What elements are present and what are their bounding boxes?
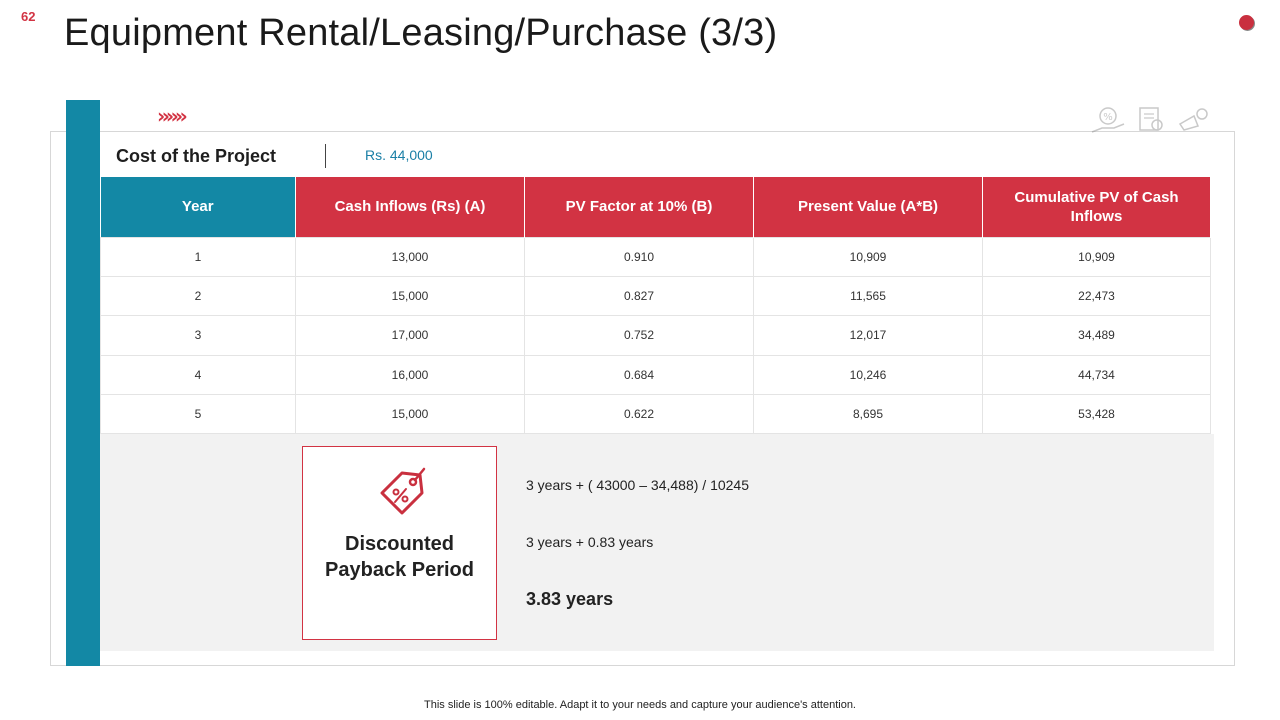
document-icon bbox=[1139, 107, 1163, 131]
corner-dot-icon bbox=[1239, 15, 1254, 30]
table-row: 1 13,000 0.910 10,909 10,909 bbox=[100, 236, 1211, 277]
column-header-present-value: Present Value (A*B) bbox=[753, 177, 983, 237]
table-cell: 15,000 bbox=[295, 394, 525, 435]
megaphone-icon bbox=[1178, 108, 1208, 131]
slide-number: 62 bbox=[21, 9, 36, 24]
payback-panel bbox=[100, 434, 1214, 651]
percent-hand-icon: % bbox=[1091, 107, 1125, 133]
table-row: 4 16,000 0.684 10,246 44,734 bbox=[100, 354, 1211, 396]
table-cell: 53,428 bbox=[982, 394, 1211, 435]
table-cell: 10,246 bbox=[753, 354, 983, 396]
table-cell: 0.910 bbox=[524, 236, 754, 277]
project-cost-value: Rs. 44,000 bbox=[365, 147, 433, 163]
teal-side-bar bbox=[66, 100, 100, 666]
table-cell: 34,489 bbox=[982, 315, 1211, 356]
calculation-line-1: 3 years + ( 43000 – 34,488) / 10245 bbox=[526, 477, 749, 493]
table-header-row: Year Cash Inflows (Rs) (A) PV Factor at … bbox=[100, 177, 1211, 237]
payback-result: 3.83 years bbox=[526, 589, 614, 609]
table-cell: 10,909 bbox=[753, 236, 983, 277]
payback-title: Discounted Payback Period bbox=[325, 533, 474, 581]
column-header-cash-inflows: Cash Inflows (Rs) (A) bbox=[295, 177, 525, 237]
calculation-line-2: 3 years + 0.83 years bbox=[526, 534, 654, 550]
discount-tag-icon bbox=[380, 467, 426, 515]
table-cell: 5 bbox=[100, 394, 296, 435]
table-row: 5 15,000 0.622 8,695 53,428 bbox=[100, 394, 1211, 435]
table-cell: 16,000 bbox=[295, 354, 525, 396]
table-cell: 11,565 bbox=[753, 275, 983, 317]
payback-card: Discounted Payback Period bbox=[302, 446, 497, 640]
table-cell: 8,695 bbox=[753, 394, 983, 435]
project-cost-label: Cost of the Project bbox=[116, 146, 277, 166]
table-cell: 12,017 bbox=[753, 315, 983, 356]
column-header-cumulative-pv: Cumulative PV of Cash Inflows bbox=[982, 177, 1211, 237]
table-cell: 10,909 bbox=[982, 236, 1211, 277]
project-cost-row: Cost of the Project Rs. 44,000 bbox=[100, 140, 1210, 176]
slide-title: Equipment Rental/Leasing/Purchase (3/3) bbox=[64, 12, 778, 54]
table-cell: 15,000 bbox=[295, 275, 525, 317]
table-row: 3 17,000 0.752 12,017 34,489 bbox=[100, 315, 1211, 356]
table-cell: 0.684 bbox=[524, 354, 754, 396]
table-cell: 4 bbox=[100, 354, 296, 396]
column-header-pv-factor: PV Factor at 10% (B) bbox=[524, 177, 754, 237]
table-cell: 0.752 bbox=[524, 315, 754, 356]
chevrons-icon: »»» bbox=[157, 104, 188, 128]
svg-text:%: % bbox=[1103, 112, 1113, 123]
table-cell: 3 bbox=[100, 315, 296, 356]
table-cell: 22,473 bbox=[982, 275, 1211, 317]
table-cell: 44,734 bbox=[982, 354, 1211, 396]
table-cell: 13,000 bbox=[295, 236, 525, 277]
table-cell: 1 bbox=[100, 236, 296, 277]
table-row: 2 15,000 0.827 11,565 22,473 bbox=[100, 275, 1211, 317]
table-cell: 0.622 bbox=[524, 394, 754, 435]
footer-note: This slide is 100% editable. Adapt it to… bbox=[424, 699, 856, 711]
cash-flow-table: Year Cash Inflows (Rs) (A) PV Factor at … bbox=[100, 177, 1211, 435]
decorative-icons: % bbox=[1090, 104, 1215, 134]
cost-divider bbox=[325, 144, 326, 168]
column-header-year: Year bbox=[100, 177, 296, 237]
table-cell: 0.827 bbox=[524, 275, 754, 317]
table-cell: 17,000 bbox=[295, 315, 525, 356]
table-cell: 2 bbox=[100, 275, 296, 317]
